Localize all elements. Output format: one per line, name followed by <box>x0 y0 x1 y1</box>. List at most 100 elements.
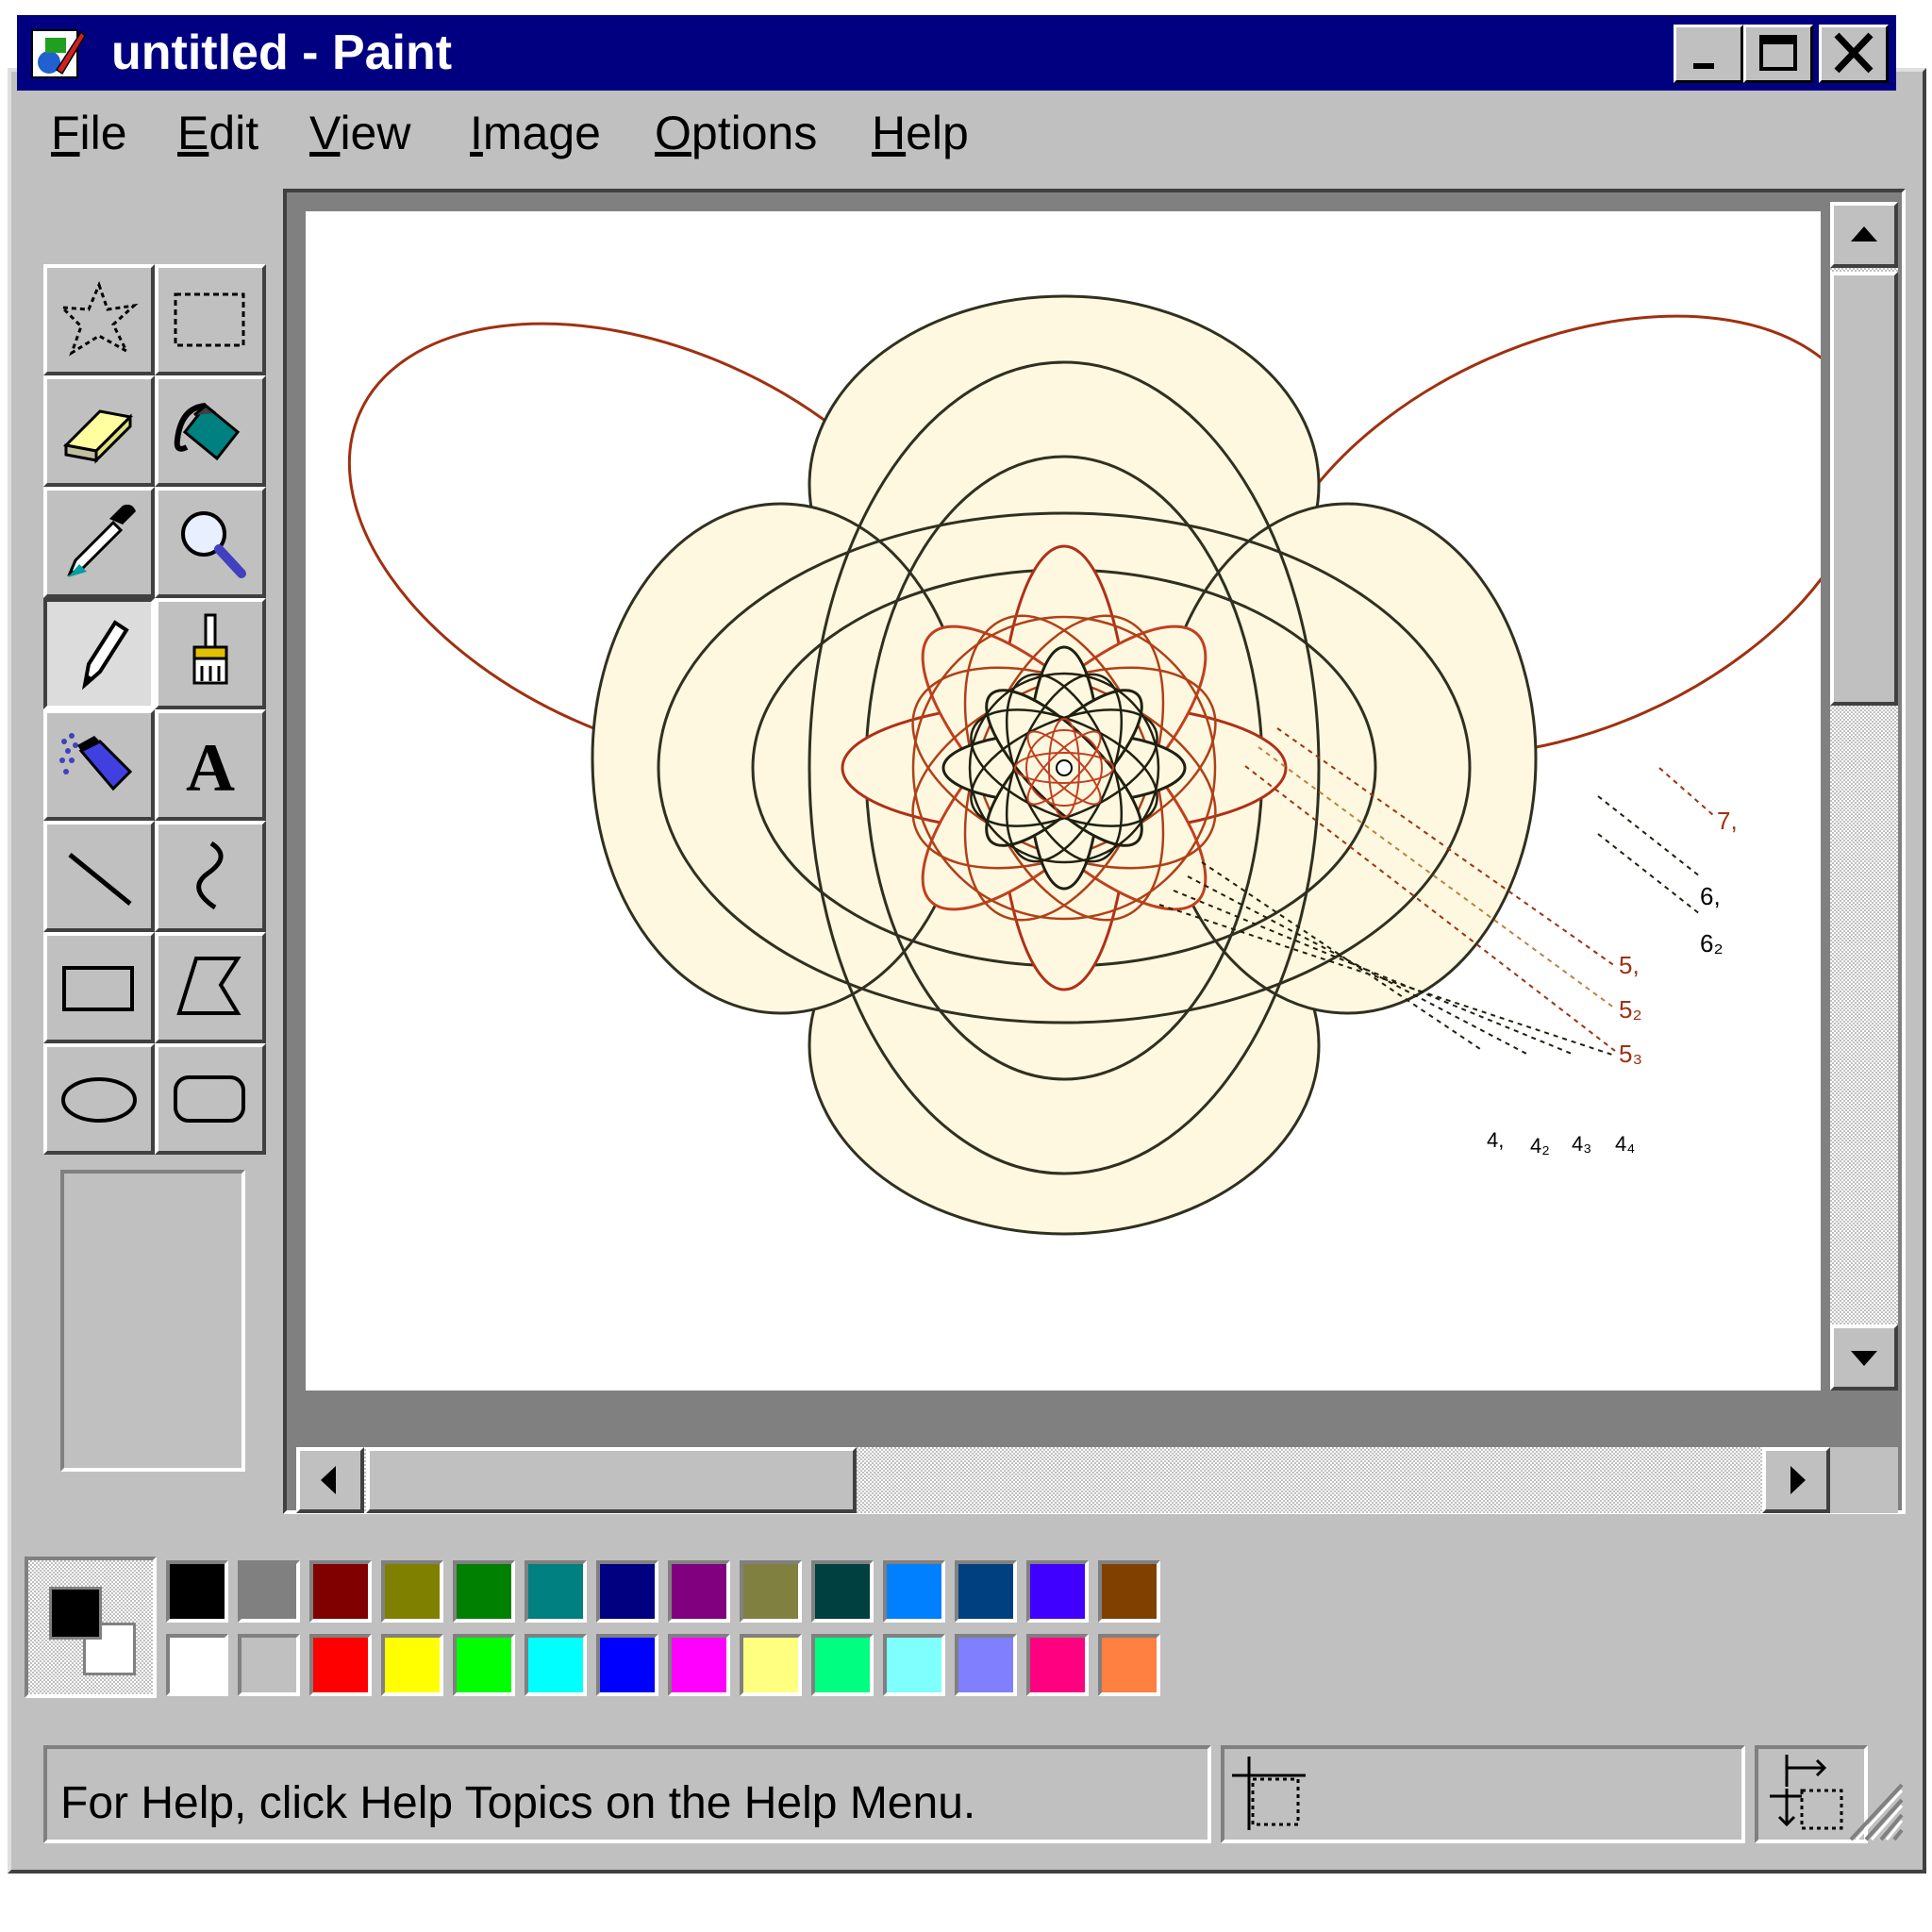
brush-icon <box>192 613 228 685</box>
arrow-right-icon <box>1790 1466 1806 1494</box>
line-icon <box>68 853 132 906</box>
color-swatch[interactable] <box>811 1634 874 1696</box>
color-swatch[interactable] <box>453 1560 515 1623</box>
tool-line[interactable] <box>43 821 155 932</box>
drawing-artwork: 7, 6, 6₂ 5, 5₂ 5₃ 4, 4₂ 4₃ 4₄ <box>347 294 1821 1236</box>
rectangle-icon <box>62 966 134 1011</box>
color-swatch[interactable] <box>883 1634 945 1696</box>
scroll-up-button[interactable] <box>1830 202 1898 268</box>
text-icon: A <box>186 730 235 806</box>
tool-ellipse[interactable] <box>43 1043 155 1155</box>
canvas-area: 7, 6, 6₂ 5, 5₂ 5₃ 4, 4₂ 4₃ 4₄ <box>283 189 1906 1514</box>
color-swatch[interactable] <box>1026 1634 1089 1696</box>
tool-curve[interactable] <box>155 821 266 932</box>
color-swatch[interactable] <box>740 1634 802 1696</box>
rounded-rectangle-icon <box>174 1075 245 1123</box>
close-icon <box>1834 32 1874 74</box>
color-swatch[interactable] <box>811 1560 874 1623</box>
tool-options-box[interactable] <box>60 1170 245 1472</box>
tool-pencil[interactable] <box>43 598 155 709</box>
color-swatch[interactable] <box>525 1634 587 1696</box>
color-swatch[interactable] <box>166 1634 228 1696</box>
title-bar[interactable]: untitled - Paint <box>17 15 1896 91</box>
tool-select[interactable] <box>155 264 266 375</box>
status-position-panel <box>1221 1745 1745 1843</box>
color-swatch[interactable] <box>166 1560 228 1623</box>
menu-image[interactable]: Image <box>470 106 601 160</box>
orbit-label-5-2: 5₂ <box>1619 995 1642 1024</box>
color-swatch[interactable] <box>955 1560 1017 1623</box>
tool-free-form-select[interactable] <box>43 264 155 375</box>
arrow-up-icon <box>1851 226 1877 242</box>
maximize-button[interactable] <box>1743 25 1813 83</box>
arrow-left-icon <box>321 1466 336 1494</box>
resize-grip-icon[interactable] <box>1847 1774 1904 1845</box>
orbit-label-6-2: 6₂ <box>1700 929 1724 958</box>
curve-icon <box>196 841 224 910</box>
color-swatch[interactable] <box>453 1634 515 1696</box>
color-swatch[interactable] <box>525 1560 587 1623</box>
airbrush-icon <box>59 733 133 791</box>
tool-rectangle[interactable] <box>43 932 155 1043</box>
menu-file[interactable]: File <box>51 106 127 160</box>
color-swatch[interactable] <box>238 1634 300 1696</box>
vertical-scrollbar[interactable] <box>1830 202 1898 1391</box>
ellipse-icon <box>61 1077 137 1123</box>
color-swatch[interactable] <box>1026 1560 1089 1623</box>
orbit-label-5-3: 5₃ <box>1619 1040 1642 1068</box>
scroll-right-button[interactable] <box>1762 1447 1830 1513</box>
scroll-down-button[interactable] <box>1830 1324 1898 1391</box>
color-swatch[interactable] <box>381 1634 443 1696</box>
color-swatch[interactable] <box>883 1560 945 1623</box>
color-swatch[interactable] <box>309 1560 372 1623</box>
minimize-icon <box>1693 63 1714 69</box>
horizontal-scroll-thumb[interactable] <box>366 1447 857 1513</box>
color-swatch[interactable] <box>381 1560 443 1623</box>
tool-fill-with-color[interactable] <box>155 375 266 487</box>
tool-polygon[interactable] <box>155 932 266 1043</box>
color-swatch[interactable] <box>596 1560 658 1623</box>
foreground-color <box>49 1587 102 1640</box>
menu-help[interactable]: Help <box>872 106 969 160</box>
color-swatch[interactable] <box>668 1560 730 1623</box>
tool-pick-color[interactable] <box>43 487 155 598</box>
maximize-icon <box>1759 35 1797 71</box>
vertical-scroll-thumb[interactable] <box>1830 272 1898 706</box>
menu-edit[interactable]: Edit <box>177 106 258 160</box>
tool-rounded-rectangle[interactable] <box>155 1043 266 1155</box>
color-swatch[interactable] <box>1098 1634 1160 1696</box>
paint-bucket-icon <box>174 403 241 461</box>
color-swatch[interactable] <box>740 1560 802 1623</box>
tool-brush[interactable] <box>155 598 266 709</box>
color-swatch[interactable] <box>668 1634 730 1696</box>
minimize-button[interactable] <box>1674 25 1743 83</box>
orbit-label-4-4: 4₄ <box>1615 1132 1635 1156</box>
status-help-panel: For Help, click Help Topics on the Help … <box>43 1745 1211 1843</box>
pencil-icon <box>82 620 129 691</box>
scroll-left-button[interactable] <box>296 1447 364 1513</box>
orbit-label-4-1: 4, <box>1487 1128 1504 1152</box>
tool-magnifier[interactable] <box>155 487 266 598</box>
color-swatch[interactable] <box>596 1634 658 1696</box>
orbit-label-6-1: 6, <box>1700 882 1721 910</box>
color-swatch[interactable] <box>309 1634 372 1696</box>
free-form-select-icon <box>58 280 139 357</box>
status-help-text: For Help, click Help Topics on the Help … <box>60 1778 976 1828</box>
color-swatch[interactable] <box>955 1634 1017 1696</box>
drawing-canvas[interactable]: 7, 6, 6₂ 5, 5₂ 5₃ 4, 4₂ 4₃ 4₄ <box>306 211 1821 1391</box>
horizontal-scrollbar[interactable] <box>296 1447 1830 1513</box>
tool-text[interactable]: A <box>155 709 266 821</box>
status-bar: For Help, click Help Topics on the Help … <box>17 1745 1904 1847</box>
paint-app-icon <box>31 29 86 78</box>
tool-airbrush[interactable] <box>43 709 155 821</box>
tool-eraser[interactable] <box>43 375 155 487</box>
color-swatch[interactable] <box>1098 1560 1160 1623</box>
menu-options[interactable]: Options <box>655 106 817 160</box>
magnifier-icon <box>181 511 246 578</box>
toolbox: A <box>34 189 270 1481</box>
eraser-icon <box>62 409 134 464</box>
color-swatch[interactable] <box>238 1560 300 1623</box>
select-icon <box>174 292 245 347</box>
close-button[interactable] <box>1819 25 1889 83</box>
menu-view[interactable]: View <box>309 106 410 160</box>
